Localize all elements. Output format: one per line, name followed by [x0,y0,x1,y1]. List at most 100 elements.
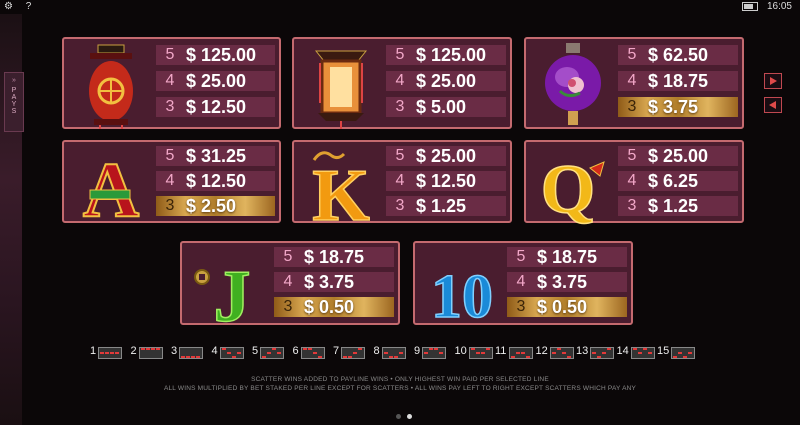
match-count: 4 [395,72,405,89]
payout-row: 3 $ 12.50 [156,97,275,117]
payout-row: 4 $ 3.75 [507,272,627,292]
payout-row: 5 $ 18.75 [507,247,627,267]
pays-tab-label: PAYS [10,87,18,115]
payline-number: 5 [252,345,259,357]
letter-q-icon: Q [532,146,614,231]
payout-row: 3 $ 0.50 [274,297,394,317]
svg-text:J: J [214,256,251,327]
payline-pattern-icon [381,347,406,359]
match-count: 3 [516,298,526,315]
payout-row: 5 $ 125.00 [156,45,275,65]
payline-number: 2 [130,345,137,357]
page-dot-2[interactable] [407,414,412,419]
payout-row: 4 $ 6.25 [618,171,738,191]
payline-number: 11 [495,345,507,357]
help-button[interactable]: ? [26,1,32,12]
payout-value: $ 125.00 [186,45,257,65]
letter-j-icon: J [188,247,270,339]
page-dot-1[interactable] [396,414,401,419]
payout-row: 4 $ 25.00 [386,71,506,91]
payout-row: 4 $ 3.75 [274,272,394,292]
payout-value: $ 0.50 [304,297,355,317]
paytable-panel: 5 $ 125.00 4 $ 25.00 3 $ 12.50 [62,37,281,129]
payline-pattern-icon [630,347,655,359]
next-page-button[interactable] [764,73,782,89]
prev-page-button[interactable] [764,97,782,113]
payline-pattern-icon [422,347,446,359]
hanging-lantern-icon [300,43,382,134]
number-10-icon: 10 [421,247,503,332]
payline-number: 14 [616,345,629,357]
payline-number: 3 [171,345,178,357]
match-count: 5 [395,46,405,63]
match-count: 3 [627,197,637,214]
payout-row: 5 $ 125.00 [386,45,506,65]
payout-row: 4 $ 12.50 [386,171,506,191]
payline-pattern-icon [300,347,325,359]
match-count: 3 [283,298,293,315]
match-count: 4 [516,273,526,290]
payout-row: 5 $ 25.00 [386,146,506,166]
payout-value: $ 5.00 [416,97,467,117]
payline-pattern-icon [138,347,163,359]
match-count: 5 [283,248,293,265]
pays-tab[interactable]: » PAYS [4,72,24,132]
paytable-panel: 10 5 $ 18.75 4 $ 3.75 3 $ 0.50 [413,241,633,332]
match-count: 4 [627,172,637,189]
payline-number: 12 [535,345,548,357]
payline-number: 9 [414,345,421,357]
svg-text:K: K [312,155,370,226]
payline-pattern-icon [549,347,574,359]
payout-value: $ 25.00 [416,71,477,91]
payline-pattern-icon [671,347,695,359]
payout-value: $ 1.25 [648,196,699,216]
payline-pattern-icon [219,347,244,359]
match-count: 4 [395,172,405,189]
payout-value: $ 18.75 [648,71,709,91]
rules-line-2: ALL WINS MULTIPLIED BY BET STAKED PER LI… [163,385,637,392]
paytable-panel: K 5 $ 25.00 4 $ 12.50 3 $ 1.25 [292,140,512,238]
payout-value: $ 31.25 [186,146,247,166]
payout-value: $ 12.50 [416,171,477,191]
payout-value: $ 125.00 [416,45,487,65]
payout-row: 4 $ 18.75 [618,71,738,91]
match-count: 4 [627,72,637,89]
payout-row: 3 $ 5.00 [386,97,506,117]
match-count: 4 [283,273,293,290]
letter-a-icon: A [70,145,152,234]
match-count: 3 [165,98,175,115]
match-count: 3 [395,197,405,214]
payout-value: $ 6.25 [648,171,699,191]
payline-number: 7 [333,345,340,357]
payline-list: 1 2 3 4 5 6 7 8 9 10 11 12 13 14 15 [90,344,730,360]
match-count: 4 [165,72,175,89]
svg-text:A: A [83,146,139,226]
payout-value: $ 18.75 [537,247,598,267]
payout-value: $ 25.00 [416,146,477,166]
gear-icon[interactable]: ⚙ [4,1,13,12]
payout-row: 5 $ 31.25 [156,146,275,166]
payline-number: 4 [211,345,218,357]
payout-value: $ 12.50 [186,97,247,117]
payline-number: 6 [292,345,299,357]
match-count: 5 [516,248,526,265]
payout-row: 5 $ 25.00 [618,146,738,166]
payline-number: 15 [657,345,670,357]
payout-value: $ 3.75 [537,272,588,292]
match-count: 3 [165,197,175,214]
svg-text:10: 10 [431,263,493,327]
payline-number: 1 [90,345,97,357]
payout-row: 4 $ 25.00 [156,71,275,91]
match-count: 5 [627,46,637,63]
match-count: 5 [165,46,175,63]
paytable-panel: A 5 $ 31.25 4 $ 12.50 3 $ 2.50 [62,140,281,234]
purple-lantern-icon [532,43,614,134]
payout-value: $ 25.00 [186,71,247,91]
payout-value: $ 62.50 [648,45,709,65]
match-count: 3 [627,98,637,115]
rules-line-1: SCATTER WINS ADDED TO PAYLINE WINS • ONL… [251,376,549,383]
battery-icon [742,1,759,11]
payline-pattern-icon [179,347,203,359]
svg-text:Q: Q [541,151,595,226]
payout-row: 5 $ 62.50 [618,45,738,65]
